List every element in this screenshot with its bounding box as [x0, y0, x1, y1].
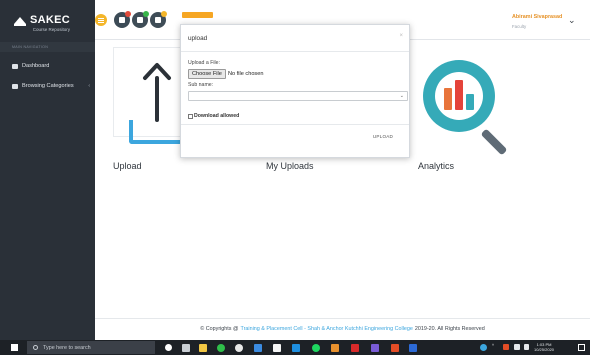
notification-badge	[161, 11, 167, 17]
upload-arrow-shaft	[155, 76, 159, 122]
app-icon[interactable]	[351, 344, 359, 352]
file-status: No file chosen	[228, 71, 264, 77]
modal-divider	[181, 124, 409, 125]
chart-bar	[455, 80, 463, 110]
tasks-icon[interactable]	[150, 11, 167, 28]
cortana-icon[interactable]	[165, 344, 172, 351]
teams-icon[interactable]	[371, 344, 379, 352]
file-label: Upload a File:	[188, 60, 221, 66]
windows-start-icon[interactable]	[11, 344, 18, 351]
nav-header: MAIN NAVIGATION	[0, 42, 95, 52]
chevron-down-icon: ⌄	[399, 93, 404, 99]
task-view-icon[interactable]	[182, 344, 190, 352]
chart-bar	[444, 88, 452, 110]
search-placeholder: Type here to search	[43, 344, 91, 351]
modal-divider	[181, 51, 409, 52]
tray-app-icon[interactable]	[503, 344, 509, 350]
notifications-icon[interactable]	[132, 11, 149, 28]
modal-title: upload	[188, 35, 208, 42]
upload-submit-button[interactable]: UPLOAD	[373, 134, 393, 139]
brand-title: SAKEC	[30, 14, 71, 26]
notification-center-icon[interactable]	[578, 344, 585, 351]
clock-date: 10/25/2020	[534, 347, 555, 352]
app-icon[interactable]	[254, 344, 262, 352]
card-label-upload[interactable]: Upload	[113, 161, 142, 171]
chart-bar	[466, 94, 474, 110]
user-name[interactable]: Abirami Sivaprasad	[512, 14, 562, 20]
notification-badge	[143, 11, 149, 17]
sidebar: SAKEC Course Repository MAIN NAVIGATION …	[0, 0, 95, 340]
chrome-icon[interactable]	[235, 344, 243, 352]
messages-icon[interactable]	[114, 11, 131, 28]
sub-name-select[interactable]: ⌄	[188, 91, 408, 101]
logo-icon	[14, 17, 26, 26]
brand-subtitle: Course Repository	[32, 27, 71, 32]
footer: © Copyrights @ Training & Placement Cell…	[95, 318, 590, 338]
app-icon[interactable]	[331, 344, 339, 352]
sidebar-item-label: Dashboard	[22, 63, 50, 69]
search-icon	[33, 345, 38, 350]
download-allowed-label[interactable]: Download allowed	[194, 113, 239, 119]
footer-rights: 2019-20. All Rights Reserved	[414, 325, 485, 332]
magnifier-lens	[435, 72, 483, 120]
sidebar-item-browsing-categories[interactable]: Browsing Categories ‹	[12, 80, 90, 92]
taskbar-clock[interactable]: 1:03 PM 10/25/2020	[534, 342, 554, 352]
magnifier-handle	[480, 128, 508, 156]
user-role: Faculty	[512, 24, 527, 29]
footer-link[interactable]: Training & Placement Cell - Shah & Ancho…	[240, 326, 412, 332]
brand-logo[interactable]: SAKEC Course Repository	[14, 14, 70, 32]
notification-badge	[125, 11, 131, 17]
vscode-icon[interactable]	[292, 344, 300, 352]
menu-toggle-icon[interactable]	[95, 14, 107, 26]
app-icon[interactable]	[391, 344, 399, 352]
choose-file-button[interactable]: Choose File	[188, 69, 226, 79]
category-icon	[12, 83, 18, 89]
file-explorer-icon[interactable]	[199, 344, 207, 352]
taskbar-search[interactable]: Type here to search	[27, 341, 155, 354]
footer-copyright: © Copyrights @	[200, 325, 239, 332]
card-label-my-uploads[interactable]: My Uploads	[266, 161, 314, 171]
spotify-icon[interactable]	[312, 344, 320, 352]
sidebar-item-label: Browsing Categories	[22, 83, 74, 89]
user-tray-icon[interactable]	[480, 344, 487, 351]
network-icon[interactable]	[514, 344, 520, 350]
upload-modal: upload × Upload a File: Choose File No f…	[180, 24, 410, 158]
dashboard-icon	[12, 63, 18, 69]
chevron-left-icon: ‹	[88, 83, 90, 89]
close-icon[interactable]: ×	[399, 33, 403, 39]
download-allowed-checkbox[interactable]	[188, 114, 193, 119]
sub-name-label: Sub name:	[188, 82, 214, 88]
chevron-down-icon[interactable]: ⌄	[568, 15, 576, 26]
chevron-up-icon[interactable]: ^	[492, 343, 494, 348]
whatsapp-icon[interactable]	[217, 344, 225, 352]
taskbar: Type here to search ^ 1:03 PM 10/25/2020	[0, 340, 590, 355]
header-tab[interactable]	[182, 12, 213, 18]
volume-icon[interactable]	[524, 344, 529, 350]
app-icon[interactable]	[409, 344, 417, 352]
store-icon[interactable]	[273, 344, 281, 352]
sidebar-item-dashboard[interactable]: Dashboard	[12, 60, 90, 72]
card-label-analytics[interactable]: Analytics	[418, 161, 454, 171]
